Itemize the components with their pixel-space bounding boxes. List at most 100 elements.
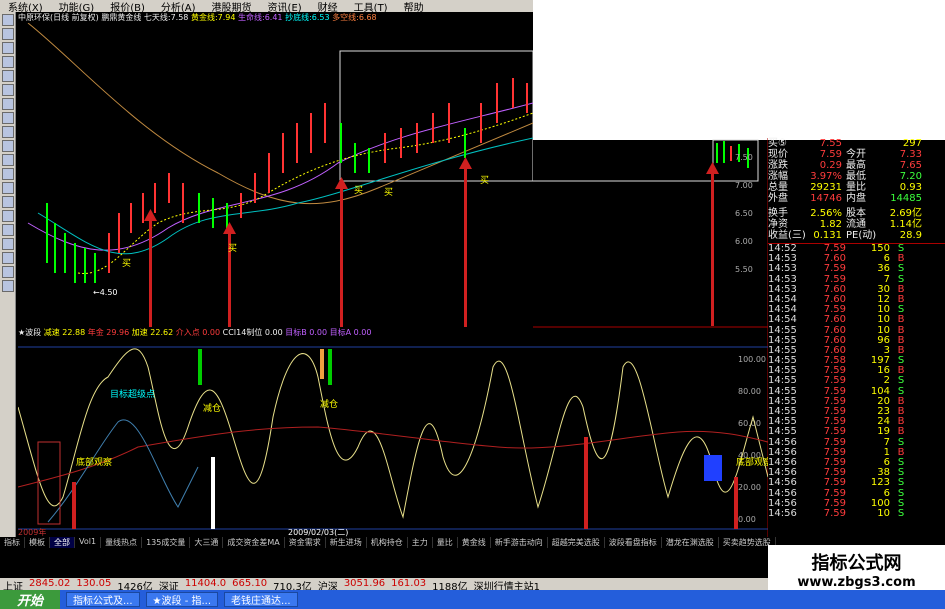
tab-8[interactable]: 资金需求: [285, 537, 326, 548]
indicator-chart[interactable]: 目标超级点 减仓 减仓 底部观察 底部观察 2009年 2009/02/03(二…: [18, 327, 768, 537]
signal-bar: [328, 349, 332, 385]
index-hs-amount: 1188亿: [432, 582, 468, 593]
taskbar: 开始 指标公式及... ★波段 - 指... 老钱庄通达...: [0, 590, 945, 609]
signal-bar: [320, 349, 324, 379]
indicator-header: ★波段 减速 22.88 年金 29.96 加速 22.62 介入点 0.00 …: [18, 327, 768, 339]
tool-icon[interactable]: [2, 154, 14, 166]
price-tick: 6.50: [735, 209, 753, 218]
bottom-line: 抄底线:6.53: [285, 13, 330, 22]
tool-icon[interactable]: [2, 210, 14, 222]
bottom-line-curve: [37, 137, 533, 255]
buy-label: 买: [354, 185, 363, 196]
index-hs-label: 沪深: [317, 582, 338, 593]
menu-bar: 系统(X) 功能(G) 报价(B) 分析(A) 港股期货 资讯(E) 财经 工具…: [0, 0, 533, 14]
tick-row: 14:56 7.59 123 S: [768, 477, 905, 489]
index-sz-change: 665.10: [232, 578, 268, 589]
tab-9[interactable]: 新生进场: [326, 537, 367, 548]
watermark: 指标公式网 www.zbgs3.com: [768, 545, 945, 590]
task-button[interactable]: ★波段 - 指...: [145, 592, 219, 607]
gold-line: 黄金线:7.94: [190, 13, 236, 22]
tool-icon[interactable]: [2, 168, 14, 180]
tool-icon[interactable]: [2, 112, 14, 124]
ind-param: 介入点 0.00: [175, 328, 221, 337]
ind-param: 年金 29.96: [87, 328, 130, 337]
marker-box-blue: [704, 455, 722, 481]
price-tick: 5.50: [735, 265, 753, 274]
tool-icon[interactable]: [2, 266, 14, 278]
ind-annotation: 底部观察: [76, 456, 112, 468]
tool-icon[interactable]: [2, 84, 14, 96]
index-hs-value: 3051.96: [343, 578, 386, 589]
tab-2[interactable]: 全部: [50, 537, 75, 548]
signal-bar: [198, 349, 202, 385]
index-sz-value: 11404.0: [184, 578, 227, 589]
tab-13[interactable]: 黄金线: [458, 537, 491, 548]
server-name: 深圳行情主站1: [473, 582, 540, 593]
tool-icon[interactable]: [2, 238, 14, 250]
quote-row: 外盘 14746 内盘 14485: [768, 193, 922, 204]
tab-12[interactable]: 量比: [433, 537, 458, 548]
watermark-title: 指标公式网: [811, 553, 902, 574]
index-sh-amount: 1426亿: [117, 582, 153, 593]
tool-icon[interactable]: [2, 280, 14, 292]
long-ma-line: [27, 23, 533, 205]
ind-annotation: 减仓: [203, 402, 221, 414]
quote-row: 换手 2.56% 股本 2.69亿: [768, 208, 922, 219]
index-sh-label: 上证: [3, 582, 23, 593]
tool-icon[interactable]: [2, 196, 14, 208]
quote-row: 收益(三) 0.131 PE(动) 28.9: [768, 230, 922, 241]
tab-14[interactable]: 新手游击动向: [491, 537, 548, 548]
tab-11[interactable]: 主力: [408, 537, 433, 548]
tab-1[interactable]: 模板: [25, 537, 50, 548]
tab-4[interactable]: 量线热点: [101, 537, 143, 548]
tool-icon[interactable]: [2, 14, 14, 26]
tab-10[interactable]: 机构持仓: [367, 537, 408, 548]
task-button[interactable]: 指标公式及...: [66, 592, 140, 607]
tool-icon[interactable]: [2, 70, 14, 82]
tool-icon[interactable]: [2, 224, 14, 236]
tab-6[interactable]: 大三通: [190, 537, 224, 548]
tab-16[interactable]: 波段看盘指标: [605, 537, 662, 548]
ind-annotation: 减仓: [320, 398, 338, 410]
candlestick-chart[interactable]: ←4.50 买 买 买 买 买: [18, 23, 533, 327]
indicator-info-bar: 中原环保(日线 前复权) 鹏鼎黄金线 七天线:7.58 黄金线:7.94 生命线…: [18, 12, 533, 23]
start-button[interactable]: 开始: [0, 590, 60, 609]
seven-day-line: 七天线:7.58: [143, 13, 189, 22]
indicator-name[interactable]: ★波段: [18, 328, 41, 337]
tab-5[interactable]: 135成交量: [142, 537, 191, 548]
tool-icon[interactable]: [2, 140, 14, 152]
tab-17[interactable]: 潜龙在渊选股: [662, 537, 719, 548]
buy-label: 买: [228, 243, 237, 254]
task-button[interactable]: 老钱庄通达...: [224, 592, 298, 607]
quote-row: 净资 1.82 流通 1.14亿: [768, 219, 922, 230]
buy-label: 买: [384, 187, 393, 198]
buy-label: 买: [122, 258, 131, 269]
tool-icon[interactable]: [2, 126, 14, 138]
tab-0[interactable]: 指标: [0, 537, 25, 548]
tool-icon[interactable]: [2, 98, 14, 110]
tool-icon[interactable]: [2, 252, 14, 264]
tab-7[interactable]: 成交资金差MA: [223, 537, 285, 548]
watermark-url: www.zbgs3.com: [797, 575, 916, 590]
tick-row: 14:56 7.59 10 S: [768, 507, 905, 519]
tool-icon[interactable]: [2, 42, 14, 54]
price-tick: 7.00: [735, 181, 753, 190]
price-tick: 6.00: [735, 237, 753, 246]
tab-15[interactable]: 超越完美选股: [548, 537, 605, 548]
buy-label: 买: [480, 175, 489, 186]
ind-param: 加速 22.62: [131, 328, 174, 337]
quote-row: 涨幅 3.97% 最低 7.20: [768, 171, 922, 182]
index-sz-amount: 710.3亿: [273, 582, 312, 593]
low-price-label: ←4.50: [93, 288, 118, 297]
tab-3[interactable]: Vol1: [75, 537, 102, 548]
ind-param: 目标A 0.00: [329, 328, 372, 337]
quote-row: 总量 29231 量比 0.93: [768, 182, 922, 193]
price-tick: 7.50: [735, 153, 753, 162]
index-sz-label: 深证: [158, 582, 179, 593]
tool-icon[interactable]: [2, 182, 14, 194]
life-line-curve: [27, 102, 533, 251]
tool-icon[interactable]: [2, 56, 14, 68]
date-label-highlight: 2009/02/03(二): [288, 528, 348, 537]
tick-list[interactable]: 14:52 7.59 150 S 14:53 7.60 6 B 14:53 7.59 36 S 14:5…: [768, 243, 945, 519]
tool-icon[interactable]: [2, 28, 14, 40]
